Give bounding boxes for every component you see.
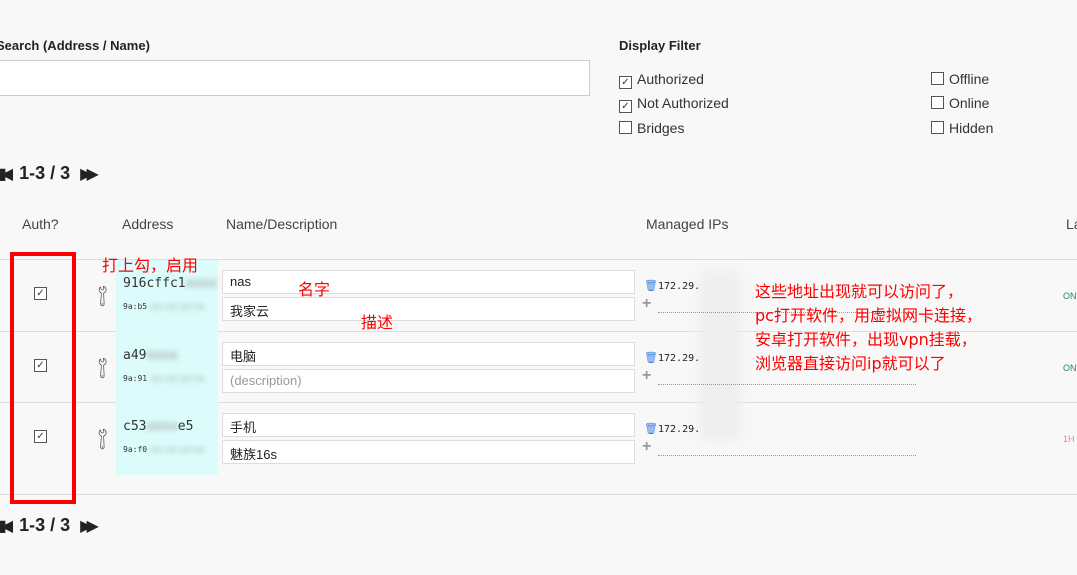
search-label: Search (Address / Name)	[0, 38, 150, 53]
page-range: 1-3 / 3	[19, 515, 71, 535]
checkbox[interactable]: ✓	[619, 100, 632, 113]
checkbox[interactable]	[931, 72, 944, 85]
display-filter-title: Display Filter	[619, 38, 701, 53]
search-input[interactable]	[0, 60, 590, 96]
redaction-blur	[700, 270, 740, 440]
add-ip-icon[interactable]: +	[642, 295, 651, 313]
col-address[interactable]: Address	[122, 216, 173, 232]
annotation-name: 名字	[298, 280, 331, 299]
description-input[interactable]: (description)	[222, 369, 635, 393]
name-input[interactable]: 电脑	[222, 342, 635, 366]
checkbox[interactable]	[931, 121, 944, 134]
address-column-highlight	[116, 260, 218, 475]
mac-address: 9a:b5:xx:xx:xx:xx	[123, 302, 205, 311]
mac-address: 9a:91:xx:xx:xx:xx	[123, 374, 205, 383]
col-managed-ips[interactable]: Managed IPs	[646, 216, 729, 232]
ip-input[interactable]	[658, 384, 916, 385]
col-auth[interactable]: Auth?	[22, 216, 59, 232]
mac-address: 9a:f0:xx:xx:xx:xx	[123, 445, 205, 454]
last-page-icon[interactable]: ▶▶	[80, 164, 98, 184]
filter-label: Offline	[949, 71, 990, 87]
filter-option[interactable]: ✓ Not Authorized	[619, 95, 729, 113]
filter-label: Not Authorized	[637, 95, 729, 111]
note-line: 这些地址出现就可以访问了，	[755, 282, 964, 301]
managed-ip: 172.29.	[658, 281, 701, 292]
col-last[interactable]: La	[1066, 216, 1077, 232]
note-line: 浏览器直接访问ip就可以了	[755, 354, 946, 373]
trash-icon[interactable]: 🗑︎	[644, 422, 658, 435]
checkbox[interactable]	[931, 96, 944, 109]
status: ON	[1063, 363, 1077, 373]
filter-label: Bridges	[637, 120, 685, 136]
filter-label: Online	[949, 95, 990, 111]
ip-input[interactable]	[658, 455, 916, 456]
address: a49xxxx	[123, 348, 178, 363]
filter-option[interactable]: Online	[931, 95, 989, 111]
col-name[interactable]: Name/Description	[226, 216, 337, 232]
annotation-red-box	[10, 252, 76, 504]
divider	[0, 494, 1077, 495]
annotation-auth: 打上勾，启用	[102, 256, 199, 275]
wrench-icon[interactable]: 🔧︎	[88, 425, 117, 454]
address: 916cffc1xxxx	[123, 276, 217, 291]
pager-bottom: ▮◀ 1-3 / 3 ▶▶	[0, 515, 99, 536]
description-input[interactable]: 魅族16s	[222, 440, 635, 464]
filter-option[interactable]: Offline	[931, 71, 989, 87]
status: 1H	[1063, 434, 1075, 444]
annotation-desc: 描述	[361, 313, 394, 332]
managed-ip: 172.29.	[658, 424, 701, 435]
first-page-icon[interactable]: ▮◀	[0, 164, 13, 184]
last-page-icon[interactable]: ▶▶	[80, 516, 98, 536]
wrench-icon[interactable]: 🔧︎	[88, 354, 117, 383]
description-input[interactable]: 我家云	[222, 297, 635, 321]
filter-option[interactable]: Bridges	[619, 120, 684, 136]
annotation-note: 这些地址出现就可以访问了， pc打开软件，用虚拟网卡连接， 安卓打开软件，出现v…	[755, 280, 982, 376]
first-page-icon[interactable]: ▮◀	[0, 516, 13, 536]
status: ON	[1063, 291, 1077, 301]
name-input[interactable]: nas	[222, 270, 635, 294]
filter-option[interactable]: ✓ Authorized	[619, 71, 704, 89]
pager-top: ▮◀ 1-3 / 3 ▶▶	[0, 163, 99, 184]
add-ip-icon[interactable]: +	[642, 367, 651, 385]
trash-icon[interactable]: 🗑︎	[644, 279, 658, 292]
filter-option[interactable]: Hidden	[931, 120, 993, 136]
name-input[interactable]: 手机	[222, 413, 635, 437]
note-line: 安卓打开软件，出现vpn挂载，	[755, 330, 977, 349]
page-range: 1-3 / 3	[19, 163, 71, 183]
filter-label: Hidden	[949, 120, 994, 136]
trash-icon[interactable]: 🗑︎	[644, 351, 658, 364]
checkbox[interactable]: ✓	[619, 76, 632, 89]
address: c53xxxxe5	[123, 419, 194, 434]
add-ip-icon[interactable]: +	[642, 438, 651, 456]
note-line: pc打开软件，用虚拟网卡连接，	[755, 306, 982, 325]
managed-ip: 172.29.	[658, 353, 701, 364]
filter-label: Authorized	[637, 71, 704, 87]
checkbox[interactable]	[619, 121, 632, 134]
wrench-icon[interactable]: 🔧︎	[88, 282, 117, 311]
